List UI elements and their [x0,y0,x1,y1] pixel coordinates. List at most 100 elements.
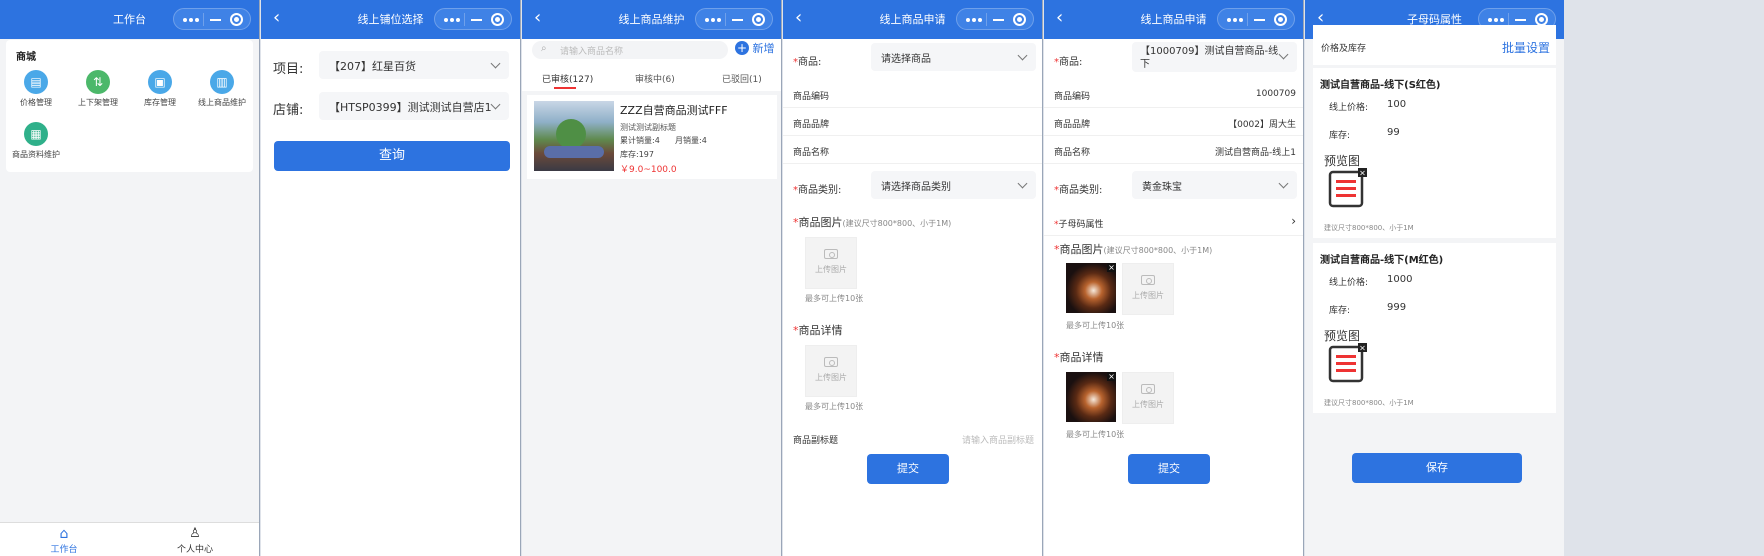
subtitle-input[interactable]: 请输入商品副标题 [962,433,1034,446]
save-button[interactable]: 保存 [1352,453,1522,483]
code-label: 商品编码 [793,92,830,102]
tab-workbench[interactable]: ⌂ 工作台 [24,526,104,555]
chevron-down-icon [1017,178,1028,189]
chevron-down-icon [1278,178,1289,189]
detail-photo[interactable]: × [1066,372,1116,422]
product-maintain-screen: ‹ 线上商品维护 ⌕ 请输入商品名称 + 新增 已审核(127) 审核中(6) … [522,0,782,556]
close-icon[interactable] [1013,13,1026,26]
code-label: 商品编码 [1054,92,1091,102]
stock-label: 库存: [1329,131,1351,141]
search-input[interactable]: ⌕ 请输入商品名称 [532,41,728,59]
workbench-screen: 工作台 商城 ▤ 价格管理 ⇅ 上下架管理 ▣ 库存管理 ▥ 线上商品维护 ▦ … [0,0,260,556]
add-label: 新增 [752,42,775,55]
tab-approved[interactable]: 已审核(127) [542,72,593,85]
preview-image[interactable]: × [1328,168,1368,210]
grid-item-label: 库存管理 [144,98,176,107]
category-placeholder: 请选择商品类别 [881,182,951,193]
close-icon[interactable] [752,13,765,26]
product-label: *商品: [1054,57,1083,68]
product-select[interactable]: 请选择商品 [871,43,1036,71]
close-icon[interactable] [1274,13,1287,26]
tab-reviewing[interactable]: 审核中(6) [635,72,675,85]
submit-button[interactable]: 提交 [867,454,949,484]
preview-image[interactable]: × [1328,343,1368,385]
grid-item-label: 商品资料维护 [12,150,60,159]
store-select-screen: ‹ 线上铺位选择 项目: 【207】红星百货 店铺: 【HTSP0399】测试测… [261,0,521,556]
menu-capsule[interactable] [956,8,1034,30]
menu-capsule[interactable] [695,8,773,30]
product-card[interactable]: ZZZ自营商品测试FFF 测试测试副标题 累计销量:4 月销量:4 库存:197… [527,95,777,179]
price-stock-label: 价格及库存 [1321,44,1367,54]
product-stock: 库存:197 [620,150,654,159]
user-icon: ♙ [189,526,201,541]
price-label: 线上价格: [1329,103,1369,113]
tab-indicator [554,87,576,89]
category-select[interactable]: 黄金珠宝 [1132,171,1297,199]
name-value: 测试自营商品-线上1 [1215,148,1296,158]
menu-capsule[interactable] [434,8,512,30]
grid-item-shelf[interactable]: ⇅ 上下架管理 [68,70,128,108]
store-value: 【HTSP0399】测试测试自营店1 [329,101,492,114]
grid-item-price[interactable]: ▤ 价格管理 [6,70,66,108]
product-apply-screen: ‹ 线上商品申请 *商品: 请选择商品 商品编码 商品品牌 商品名称 *商品类别… [783,0,1043,556]
product-price: ￥9.0~100.0 [620,165,677,175]
upload-image-button[interactable]: 上传图片 [805,237,857,289]
tab-bar: ⌂ 工作台 ♙ 个人中心 [0,522,259,556]
sku-field[interactable]: *子母码属性 › [1044,208,1303,236]
search-placeholder: 请输入商品名称 [560,47,624,57]
camera-icon [1141,384,1155,394]
grid-item-inventory[interactable]: ▣ 库存管理 [130,70,190,108]
store-select[interactable]: 【HTSP0399】测试测试自营店1 [319,92,509,120]
detail-label: *商品详情 [793,324,843,337]
document-icon: × [1328,343,1367,383]
close-icon[interactable] [230,13,243,26]
project-select[interactable]: 【207】红星百货 [319,51,509,79]
brand-field: 商品品牌 【0002】周大生 [1044,108,1303,136]
batch-set-button[interactable]: 批量设置 [1502,39,1550,56]
grid-item-label: 线上商品维护 [198,98,246,107]
chevron-right-icon: › [1291,214,1296,228]
search-bar: ⌕ 请输入商品名称 + 新增 已审核(127) 审核中(6) 已驳回(1) [522,39,781,91]
preview-label: 预览图 [1324,329,1361,343]
grid-item-product-maintain[interactable]: ▥ 线上商品维护 [192,70,252,108]
size-hint: 建议尺寸800*800、小于1M [1324,224,1414,232]
upload-image-button[interactable]: 上传图片 [1122,263,1174,315]
image-label: *商品图片(建议尺寸800*800、小于1M) [793,216,952,229]
project-label: 项目: [273,62,304,77]
grid-item-label: 价格管理 [20,98,52,107]
sku-label: *子母码属性 [1054,220,1104,230]
upload-detail-button[interactable]: 上传图片 [805,345,857,397]
query-button[interactable]: 查询 [274,141,510,171]
brand-value: 【0002】周大生 [1228,120,1296,130]
category-select[interactable]: 请选择商品类别 [871,171,1036,199]
stock-input[interactable]: 999 [1387,302,1406,313]
grid-item-product-info[interactable]: ▦ 商品资料维护 [6,122,66,160]
code-field: 商品编码 [783,80,1042,108]
remove-icon[interactable]: × [1107,263,1116,272]
form-area: 项目: 【207】红星百货 店铺: 【HTSP0399】测试测试自营店1 查询 [261,39,520,556]
max-upload-hint: 最多可上传10张 [1066,430,1125,439]
menu-capsule[interactable] [173,8,251,30]
price-input[interactable]: 100 [1387,99,1406,110]
add-button[interactable]: + 新增 [735,40,775,56]
remove-icon[interactable]: × [1107,372,1116,381]
price-input[interactable]: 1000 [1387,274,1412,285]
header: ‹ 线上商品申请 [783,0,1042,39]
product-select[interactable]: 【1000709】测试自营商品-线下 [1132,42,1297,72]
name-field: 商品名称 测试自营商品-线上1 [1044,136,1303,164]
tab-rejected[interactable]: 已驳回(1) [722,72,762,85]
tab-label: 个人中心 [176,545,213,555]
submit-button[interactable]: 提交 [1128,454,1210,484]
close-icon[interactable] [491,13,504,26]
detail-label: *商品详情 [1054,351,1104,364]
product-photo[interactable]: × [1066,263,1116,313]
sku-name: 测试自营商品-线下(M红色) [1320,255,1444,266]
menu-capsule[interactable] [1217,8,1295,30]
product-apply-filled-screen: ‹ 线上商品申请 *商品: 【1000709】测试自营商品-线下 商品编码 100… [1044,0,1304,556]
upload-detail-button[interactable]: 上传图片 [1122,372,1174,424]
camera-icon [824,249,838,259]
name-label: 商品名称 [1054,148,1091,158]
tab-profile[interactable]: ♙ 个人中心 [155,526,235,555]
stock-input[interactable]: 99 [1387,127,1400,138]
product-placeholder: 请选择商品 [881,54,931,65]
